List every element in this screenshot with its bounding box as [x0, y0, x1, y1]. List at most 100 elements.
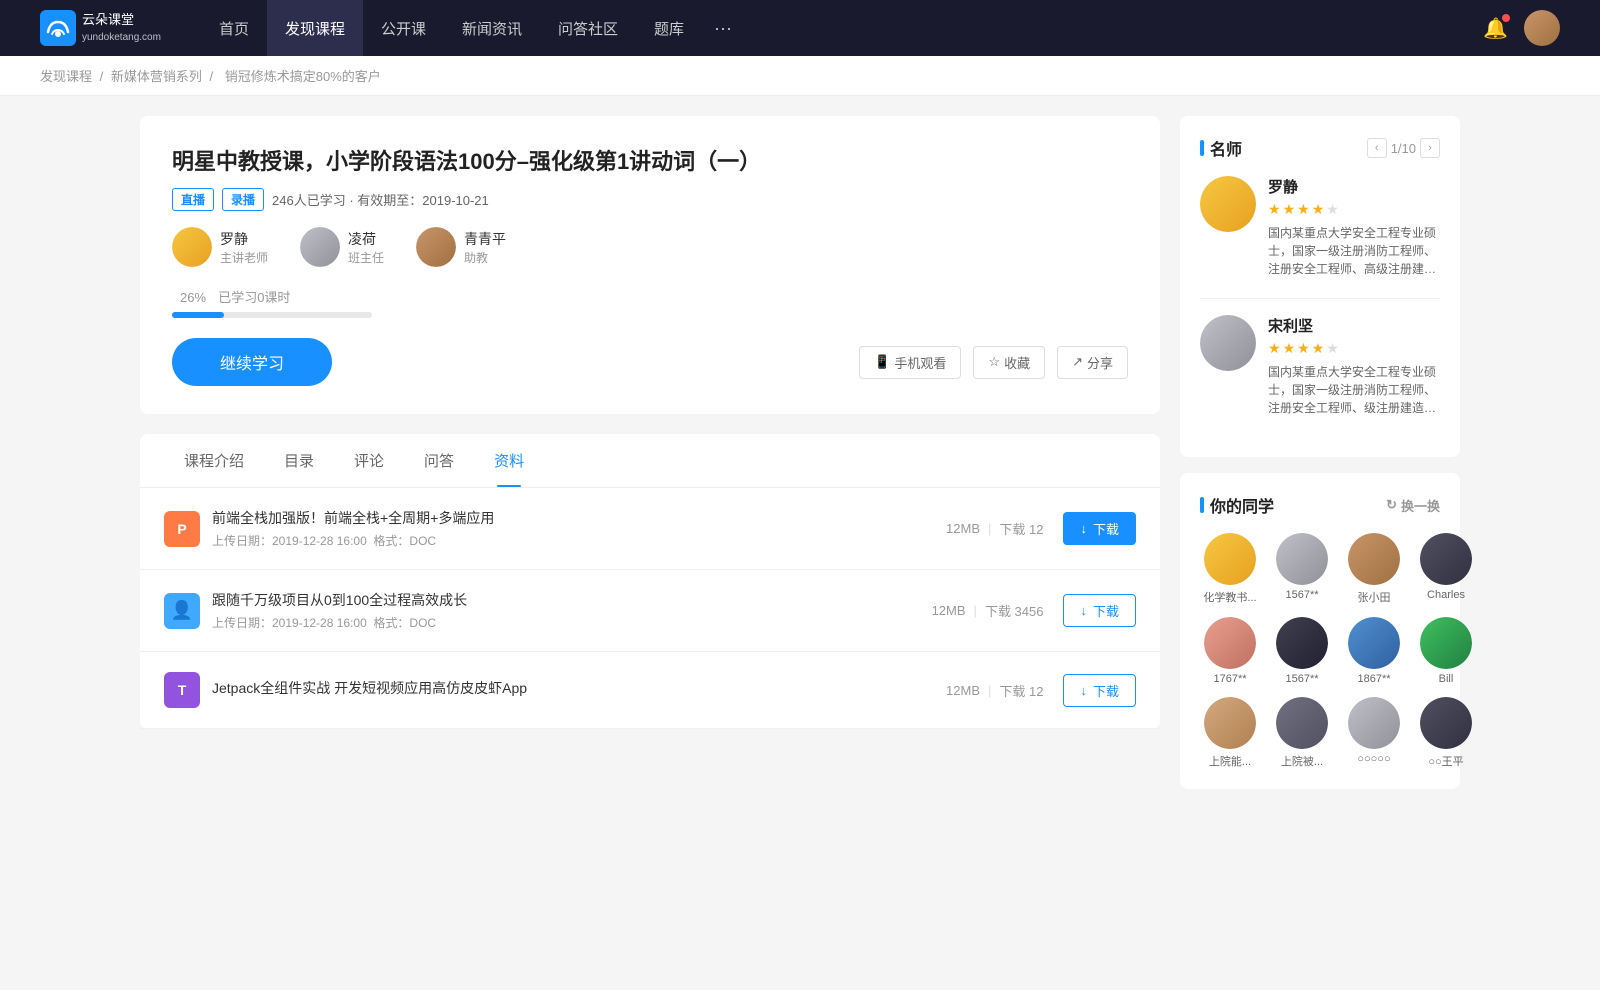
classmate-name-3: 张小田 — [1344, 589, 1404, 605]
classmate-10[interactable]: 上院被... — [1272, 697, 1332, 769]
logo-text: 云朵课堂yundoketang.com — [82, 12, 161, 44]
classmate-6[interactable]: 1567** — [1272, 617, 1332, 685]
instructor-name-3: 青青平 — [464, 229, 506, 249]
nav-right: 🔔 — [1483, 10, 1560, 46]
download-button-2[interactable]: ↓ 下载 — [1063, 594, 1136, 627]
prev-page-button[interactable]: ‹ — [1367, 138, 1387, 158]
teacher-name-2: 宋利坚 — [1268, 315, 1440, 336]
instructor-2: 凌荷 班主任 — [300, 227, 384, 267]
download-button-1[interactable]: ↓ 下载 — [1063, 512, 1136, 545]
download-button-3[interactable]: ↓ 下载 — [1063, 674, 1136, 707]
course-card: 明星中教授课，小学阶段语法100分–强化级第1讲动词（一） 直播 录播 246人… — [140, 116, 1160, 414]
classmate-name-11: ○○○○○ — [1344, 753, 1404, 765]
logo[interactable]: 云朵课堂yundoketang.com — [40, 10, 161, 46]
breadcrumb-current: 销冠修炼术搞定80%的客户 — [225, 69, 381, 84]
file-name-2: 跟随千万级项目从0到100全过程高效成长 — [212, 590, 932, 610]
refresh-button[interactable]: ↻ 换一换 — [1386, 496, 1440, 515]
content-left: 明星中教授课，小学阶段语法100分–强化级第1讲动词（一） 直播 录播 246人… — [140, 116, 1160, 805]
file-meta-2: 上传日期：2019-12-28 16:00 格式：DOC — [212, 614, 932, 631]
nav-item-qa[interactable]: 问答社区 — [540, 0, 636, 56]
logo-icon — [40, 10, 76, 46]
nav-item-quiz[interactable]: 题库 — [636, 0, 702, 56]
classmate-avatar-9 — [1204, 697, 1256, 749]
nav-item-discover[interactable]: 发现课程 — [267, 0, 363, 56]
classmate-11[interactable]: ○○○○○ — [1344, 697, 1404, 769]
refresh-icon: ↻ — [1386, 497, 1397, 513]
notification-bell[interactable]: 🔔 — [1483, 16, 1508, 41]
teacher-item-1: 罗静 ★ ★ ★ ★ ★ 国内某重点大学安全工程专业硕士，国家一级注册消防工程师… — [1200, 176, 1440, 278]
tag-record: 录播 — [222, 188, 264, 211]
navigation: 云朵课堂yundoketang.com 首页 发现课程 公开课 新闻资讯 问答社… — [0, 0, 1600, 56]
course-actions: 继续学习 📱 手机观看 ☆ 收藏 ↗ 分享 — [172, 338, 1128, 386]
classmate-avatar-11 — [1348, 697, 1400, 749]
tab-qa[interactable]: 问答 — [404, 434, 474, 487]
next-page-button[interactable]: › — [1420, 138, 1440, 158]
classmate-avatar-4 — [1420, 533, 1472, 585]
progress-section: 26% 已学习0课时 — [172, 287, 1128, 318]
instructor-avatar-2 — [300, 227, 340, 267]
avatar-image — [1524, 10, 1560, 46]
continue-learning-button[interactable]: 继续学习 — [172, 338, 332, 386]
course-instructors: 罗静 主讲老师 凌荷 班主任 — [172, 227, 1128, 267]
classmate-name-2: 1567** — [1272, 589, 1332, 601]
classmate-2[interactable]: 1567** — [1272, 533, 1332, 605]
teacher-desc-1: 国内某重点大学安全工程专业硕士，国家一级注册消防工程师、注册安全工程师、高级注册… — [1268, 224, 1440, 278]
tab-materials[interactable]: 资料 — [474, 434, 544, 487]
classmate-name-4: Charles — [1416, 589, 1476, 601]
nav-more[interactable]: ··· — [702, 0, 744, 56]
sidebar: 名师 ‹ 1/10 › 罗静 ★ ★ — [1180, 116, 1460, 805]
teacher-avatar-2[interactable] — [1200, 315, 1256, 371]
classmate-8[interactable]: Bill — [1416, 617, 1476, 685]
teacher-avatar-1[interactable] — [1200, 176, 1256, 232]
nav-item-news[interactable]: 新闻资讯 — [444, 0, 540, 56]
notification-dot — [1502, 14, 1510, 22]
classmate-name-1: 化学教书... — [1200, 589, 1260, 605]
breadcrumb: 发现课程 / 新媒体营销系列 / 销冠修炼术搞定80%的客户 — [0, 56, 1600, 96]
breadcrumb-link-2[interactable]: 新媒体营销系列 — [111, 69, 202, 84]
instructor-role-1: 主讲老师 — [220, 249, 268, 266]
classmate-5[interactable]: 1767** — [1200, 617, 1260, 685]
collect-button[interactable]: ☆ 收藏 — [973, 346, 1045, 379]
teacher-stars-1: ★ ★ ★ ★ ★ — [1268, 201, 1440, 218]
classmate-7[interactable]: 1867** — [1344, 617, 1404, 685]
classmate-avatar-1 — [1204, 533, 1256, 585]
user-avatar[interactable] — [1524, 10, 1560, 46]
classmate-12[interactable]: ○○王平 — [1416, 697, 1476, 769]
nav-item-home[interactable]: 首页 — [201, 0, 267, 56]
main-content: 明星中教授课，小学阶段语法100分–强化级第1讲动词（一） 直播 录播 246人… — [100, 96, 1500, 825]
classmate-name-7: 1867** — [1344, 673, 1404, 685]
classmate-name-6: 1567** — [1272, 673, 1332, 685]
file-icon-3: T — [164, 672, 200, 708]
classmate-9[interactable]: 上院能... — [1200, 697, 1260, 769]
tab-intro[interactable]: 课程介绍 — [164, 434, 264, 487]
nav-item-open[interactable]: 公开课 — [363, 0, 444, 56]
phone-view-button[interactable]: 📱 手机观看 — [859, 346, 961, 379]
course-meta: 246人已学习 · 有效期至：2019-10-21 — [272, 190, 489, 209]
classmate-1[interactable]: 化学教书... — [1200, 533, 1260, 605]
file-stats-2: 12MB | 下载 3456 — [932, 601, 1044, 620]
share-button[interactable]: ↗ 分享 — [1057, 346, 1128, 379]
file-info-2: 跟随千万级项目从0到100全过程高效成长 上传日期：2019-12-28 16:… — [212, 590, 932, 631]
classmate-3[interactable]: 张小田 — [1344, 533, 1404, 605]
page-number: 1/10 — [1391, 141, 1416, 156]
classmate-avatar-12 — [1420, 697, 1472, 749]
progress-bar-bg — [172, 312, 372, 318]
tab-catalog[interactable]: 目录 — [264, 434, 334, 487]
classmate-avatar-10 — [1276, 697, 1328, 749]
action-buttons: 📱 手机观看 ☆ 收藏 ↗ 分享 — [859, 346, 1128, 379]
teacher-desc-2: 国内某重点大学安全工程专业硕士，国家一级注册消防工程师、注册安全工程师、级注册建… — [1268, 363, 1440, 417]
file-info-3: Jetpack全组件实战 开发短视频应用高仿皮皮虾App — [212, 678, 946, 702]
star-icon: ☆ — [988, 354, 1000, 370]
breadcrumb-link-1[interactable]: 发现课程 — [40, 69, 92, 84]
tab-comments[interactable]: 评论 — [334, 434, 404, 487]
classmate-avatar-5 — [1204, 617, 1256, 669]
classmate-4[interactable]: Charles — [1416, 533, 1476, 605]
file-name-3: Jetpack全组件实战 开发短视频应用高仿皮皮虾App — [212, 678, 946, 698]
file-stats-1: 12MB | 下载 12 — [946, 519, 1043, 538]
file-item-3: T Jetpack全组件实战 开发短视频应用高仿皮皮虾App 12MB | 下载… — [140, 652, 1160, 729]
teachers-card: 名师 ‹ 1/10 › 罗静 ★ ★ — [1180, 116, 1460, 457]
classmate-name-12: ○○王平 — [1416, 753, 1476, 769]
pagination-controls: ‹ 1/10 › — [1367, 138, 1440, 158]
download-icon-1: ↓ — [1080, 521, 1087, 536]
file-icon-1: P — [164, 511, 200, 547]
